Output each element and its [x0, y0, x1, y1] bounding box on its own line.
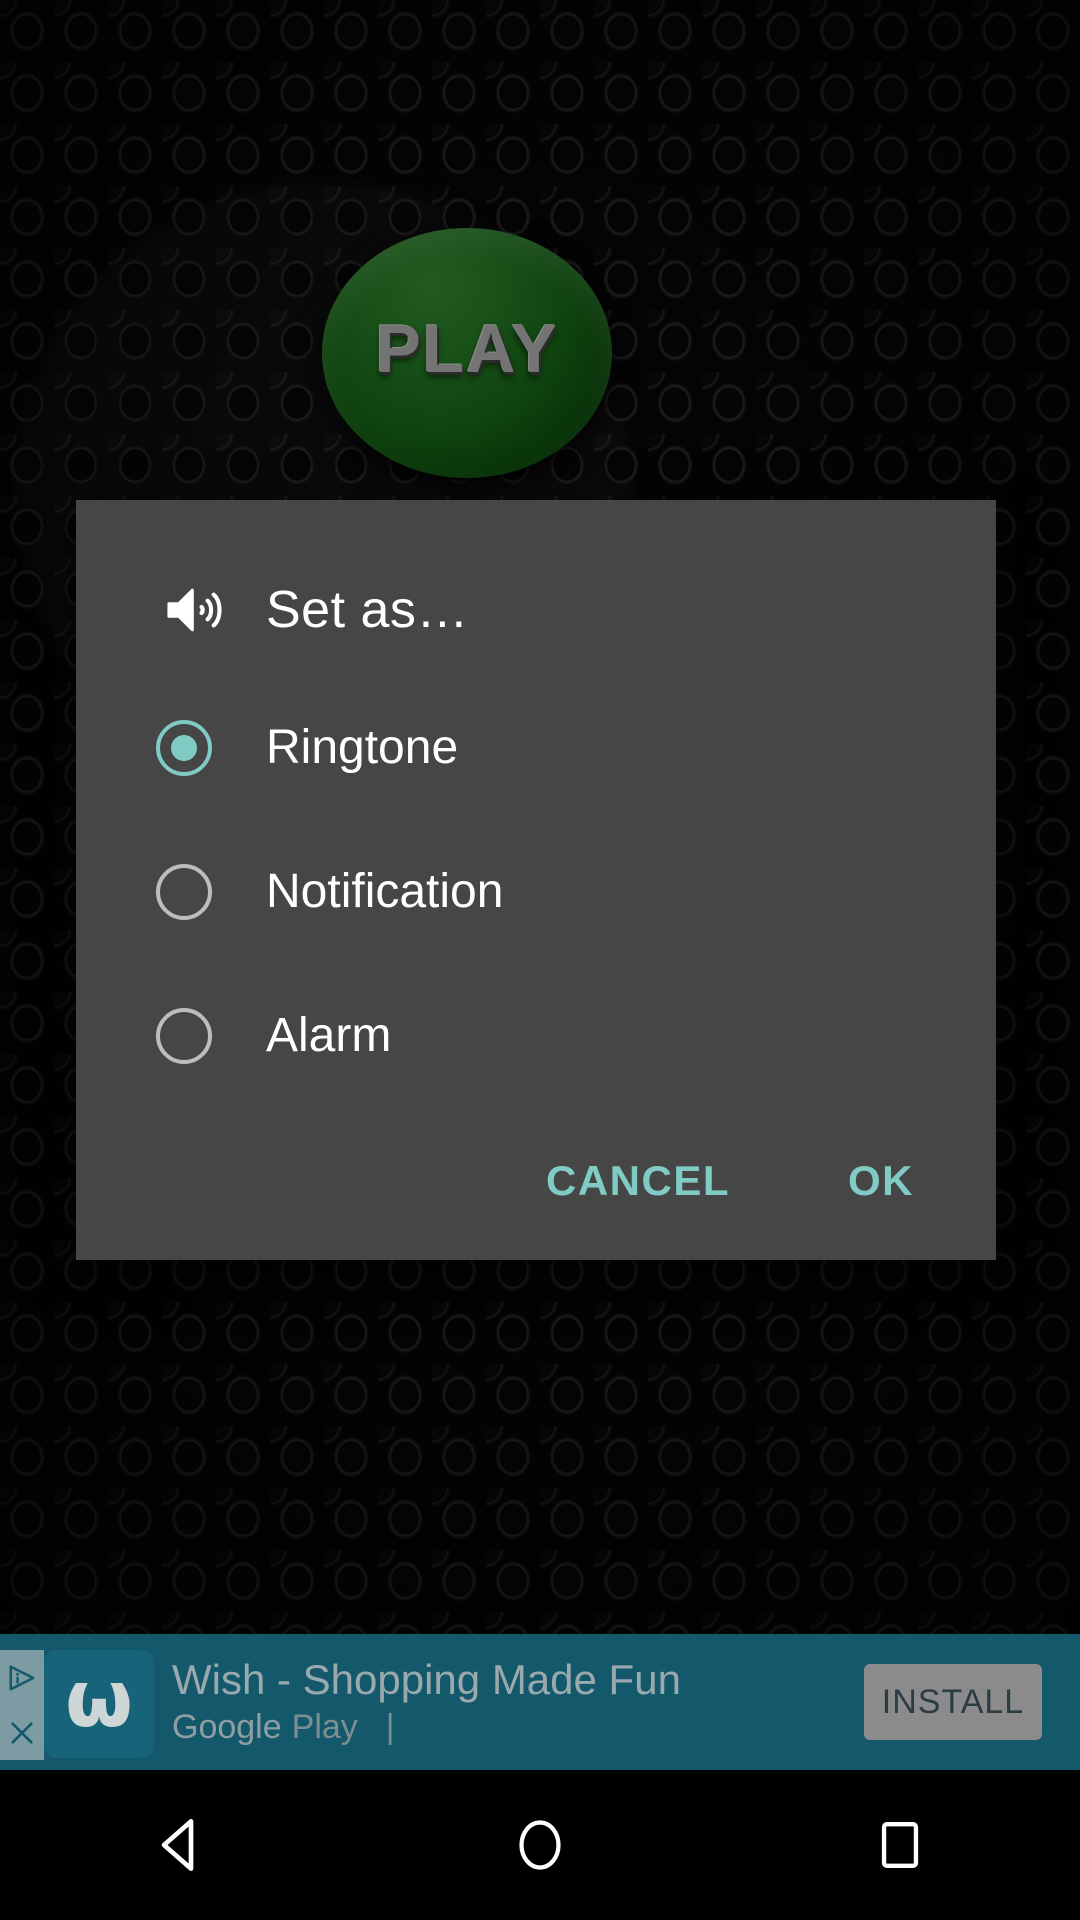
ad-divider: | [385, 1708, 395, 1747]
radio-option-alarm[interactable]: Alarm [76, 984, 996, 1088]
dialog-button-bar: CANCEL OK [76, 1126, 996, 1236]
ad-store-name: Google [172, 1708, 282, 1747]
ok-button[interactable]: OK [822, 1143, 940, 1219]
adchoices-info-icon[interactable] [0, 1650, 44, 1705]
phone-screen: PLAY Set as… Ringtone Notification Alarm… [0, 0, 1080, 1920]
radio-option-notification[interactable]: Notification [76, 840, 996, 944]
dialog-title-row: Set as… [76, 560, 996, 660]
ad-app-icon[interactable]: ѡ [44, 1650, 154, 1758]
set-as-dialog: Set as… Ringtone Notification Alarm CANC… [76, 500, 996, 1260]
radio-selected-icon[interactable] [156, 720, 212, 776]
radio-option-ringtone[interactable]: Ringtone [76, 696, 996, 800]
ad-headline: Wish - Shopping Made Fun [172, 1656, 681, 1703]
install-button[interactable]: INSTALL [864, 1664, 1042, 1740]
radio-label-ringtone: Ringtone [266, 721, 459, 774]
android-nav-bar [0, 1770, 1080, 1920]
wish-logo-glyph: ѡ [65, 1655, 133, 1745]
ad-store-suffix: Play [291, 1708, 358, 1747]
back-triangle-icon[interactable] [120, 1785, 240, 1905]
radio-label-notification: Notification [266, 865, 504, 918]
ad-banner[interactable]: ѡ Wish - Shopping Made Fun Google Play |… [0, 1634, 1080, 1770]
ad-badges [0, 1650, 44, 1760]
ad-subline: Google Play | [172, 1708, 681, 1747]
radio-dot [171, 735, 197, 761]
radio-unselected-icon[interactable] [156, 864, 212, 920]
recents-square-icon[interactable] [840, 1785, 960, 1905]
home-circle-icon[interactable] [480, 1785, 600, 1905]
cancel-button[interactable]: CANCEL [520, 1143, 756, 1219]
speaker-volume-icon [167, 588, 222, 632]
close-x-icon[interactable] [0, 1705, 44, 1760]
ad-text-block: Wish - Shopping Made Fun Google Play | [172, 1656, 681, 1747]
radio-label-alarm: Alarm [266, 1009, 392, 1062]
dialog-title: Set as… [266, 581, 469, 639]
radio-unselected-icon[interactable] [156, 1008, 212, 1064]
